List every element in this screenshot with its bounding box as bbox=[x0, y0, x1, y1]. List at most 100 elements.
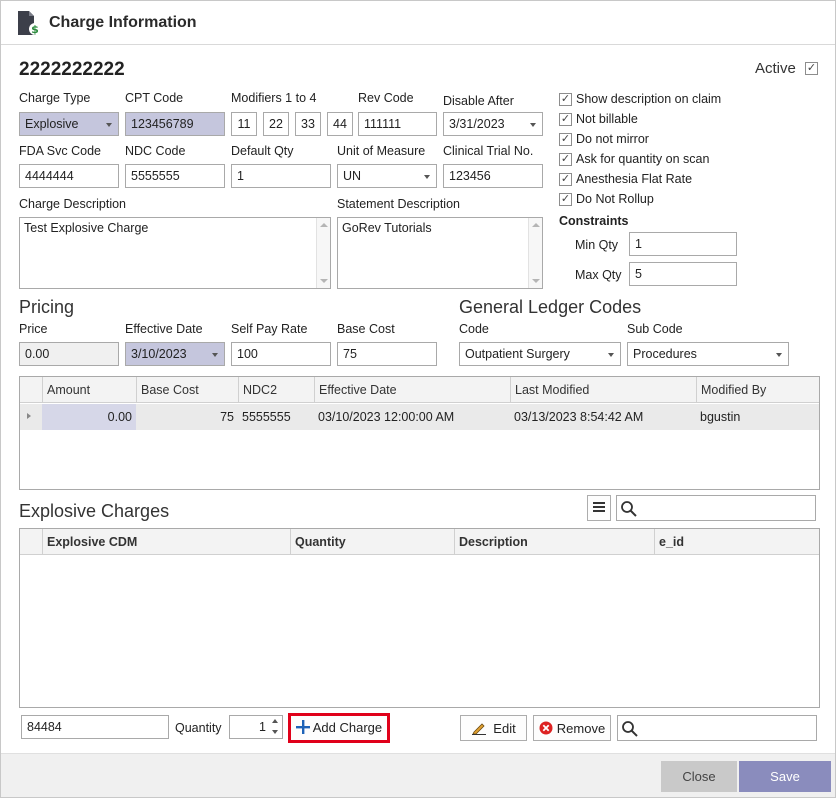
column-header[interactable]: e_id bbox=[654, 529, 819, 555]
charge-description-textarea[interactable]: Test Explosive Charge bbox=[19, 217, 331, 289]
remove-button[interactable]: Remove bbox=[533, 715, 611, 741]
not-billable-checkbox[interactable]: ✓ bbox=[559, 113, 572, 126]
sub-code-select[interactable]: Procedures bbox=[627, 342, 789, 366]
column-header[interactable]: Quantity bbox=[290, 529, 454, 555]
unit-of-measure-value: UN bbox=[343, 169, 362, 183]
column-header[interactable]: Explosive CDM bbox=[42, 529, 290, 555]
record-id: 2222222222 bbox=[19, 59, 125, 80]
column-header[interactable]: Modified By bbox=[696, 377, 819, 403]
chevron-down-icon bbox=[608, 353, 614, 357]
ndc-code-field[interactable]: 5555555 bbox=[125, 164, 225, 188]
table-cell: 03/13/2023 8:54:42 AM bbox=[514, 410, 644, 424]
charge-type-label: Charge Type bbox=[19, 91, 91, 105]
scroll-up-icon bbox=[532, 223, 540, 227]
fda-svc-code-field[interactable]: 4444444 bbox=[19, 164, 119, 188]
quantity-value: 1 bbox=[259, 720, 266, 734]
edit-button[interactable]: Edit bbox=[460, 715, 527, 741]
charge-type-select[interactable]: Explosive bbox=[19, 112, 119, 136]
cdm-input[interactable]: 84484 bbox=[21, 715, 169, 739]
cpt-code-field[interactable]: 123456789 bbox=[125, 112, 225, 136]
dialog-footer: Close Save bbox=[1, 753, 835, 797]
edit-label: Edit bbox=[493, 721, 516, 736]
do-not-rollup-label: Do Not Rollup bbox=[576, 192, 654, 206]
show-description-checkbox[interactable]: ✓ bbox=[559, 93, 572, 106]
charge-document-icon: $ bbox=[18, 11, 41, 36]
menu-icon bbox=[593, 502, 605, 512]
price-field[interactable]: 0.00 bbox=[19, 342, 119, 366]
not-billable-label: Not billable bbox=[576, 112, 638, 126]
save-button[interactable]: Save bbox=[739, 761, 831, 792]
fda-svc-code-label: FDA Svc Code bbox=[19, 144, 101, 158]
window-title: Charge Information bbox=[49, 14, 197, 31]
max-qty-label: Max Qty bbox=[575, 268, 622, 282]
modifier-2-field[interactable]: 22 bbox=[263, 112, 289, 136]
table-cell: bgustin bbox=[700, 410, 741, 424]
constraints-heading: Constraints bbox=[559, 214, 629, 228]
active-checkbox[interactable]: ✓ bbox=[805, 62, 818, 75]
charge-information-window: $ Charge Information 2222222222 Active ✓… bbox=[0, 0, 836, 798]
sub-code-label: Sub Code bbox=[627, 322, 683, 336]
modifier-1-field[interactable]: 11 bbox=[231, 112, 257, 136]
statement-description-textarea[interactable]: GoRev Tutorials bbox=[337, 217, 543, 289]
grid-header: Amount Base Cost NDC2 Effective Date Las… bbox=[20, 377, 819, 403]
clinical-trial-field[interactable]: 123456 bbox=[443, 164, 543, 188]
chevron-down-icon bbox=[424, 175, 430, 179]
base-cost-field[interactable]: 75 bbox=[337, 342, 437, 366]
search-icon bbox=[622, 721, 638, 737]
vertical-scrollbar[interactable] bbox=[316, 218, 330, 288]
stepper-down-icon[interactable] bbox=[272, 730, 278, 734]
min-qty-field[interactable]: 1 bbox=[629, 232, 737, 256]
column-header[interactable]: Amount bbox=[42, 377, 136, 403]
gl-code-select[interactable]: Outpatient Surgery bbox=[459, 342, 621, 366]
pricing-heading: Pricing bbox=[19, 297, 75, 317]
disable-after-date-picker[interactable]: 3/31/2023 bbox=[443, 112, 543, 136]
stepper-up-icon[interactable] bbox=[272, 719, 278, 723]
charge-description-value: Test Explosive Charge bbox=[24, 221, 149, 235]
svg-text:$: $ bbox=[31, 23, 39, 36]
ask-quantity-checkbox[interactable]: ✓ bbox=[559, 153, 572, 166]
active-label: Active bbox=[755, 60, 796, 77]
remove-circle-icon bbox=[539, 721, 553, 735]
do-not-rollup-checkbox[interactable]: ✓ bbox=[559, 193, 572, 206]
modifiers-label: Modifiers 1 to 4 bbox=[231, 91, 317, 105]
column-header[interactable]: Last Modified bbox=[510, 377, 696, 403]
table-row[interactable]: 0.00 75 5555555 03/10/2023 12:00:00 AM 0… bbox=[20, 404, 819, 430]
rev-code-field[interactable]: 111111 bbox=[358, 112, 437, 136]
price-label: Price bbox=[19, 322, 48, 336]
effective-date-picker[interactable]: 3/10/2023 bbox=[125, 342, 225, 366]
anesthesia-flat-checkbox[interactable]: ✓ bbox=[559, 173, 572, 186]
add-charge-button[interactable]: Add Charge bbox=[288, 713, 390, 743]
max-qty-field[interactable]: 5 bbox=[629, 262, 737, 286]
self-pay-field[interactable]: 100 bbox=[231, 342, 331, 366]
bottom-search-input[interactable] bbox=[617, 715, 817, 741]
base-cost-label: Base Cost bbox=[337, 322, 395, 336]
modifier-4-field[interactable]: 44 bbox=[327, 112, 353, 136]
do-not-mirror-checkbox[interactable]: ✓ bbox=[559, 133, 572, 146]
modifier-3-field[interactable]: 33 bbox=[295, 112, 321, 136]
close-button[interactable]: Close bbox=[661, 761, 737, 792]
gl-codes-heading: General Ledger Codes bbox=[459, 297, 642, 317]
price-history-grid: Amount Base Cost NDC2 Effective Date Las… bbox=[19, 376, 820, 490]
clinical-trial-label: Clinical Trial No. bbox=[443, 144, 534, 158]
column-header[interactable]: Description bbox=[454, 529, 654, 555]
title-bar: $ Charge Information bbox=[1, 1, 835, 45]
column-chooser-button[interactable] bbox=[587, 495, 611, 521]
column-header[interactable]: Base Cost bbox=[136, 377, 238, 403]
statement-description-value: GoRev Tutorials bbox=[342, 221, 432, 235]
min-qty-label: Min Qty bbox=[575, 238, 619, 252]
quantity-stepper[interactable]: 1 bbox=[229, 715, 283, 739]
explosive-search-input[interactable] bbox=[616, 495, 816, 521]
quantity-label: Quantity bbox=[175, 721, 222, 735]
scroll-up-icon bbox=[320, 223, 328, 227]
vertical-scrollbar[interactable] bbox=[528, 218, 542, 288]
unit-of-measure-select[interactable]: UN bbox=[337, 164, 437, 188]
chevron-down-icon bbox=[212, 353, 218, 357]
table-cell: 5555555 bbox=[242, 410, 291, 424]
default-qty-field[interactable]: 1 bbox=[231, 164, 331, 188]
chevron-down-icon bbox=[106, 123, 112, 127]
disable-after-value: 3/31/2023 bbox=[449, 117, 505, 131]
column-header[interactable]: NDC2 bbox=[238, 377, 314, 403]
column-header[interactable]: Effective Date bbox=[314, 377, 510, 403]
disable-after-label: Disable After bbox=[443, 94, 514, 108]
table-cell: 03/10/2023 12:00:00 AM bbox=[318, 410, 455, 424]
